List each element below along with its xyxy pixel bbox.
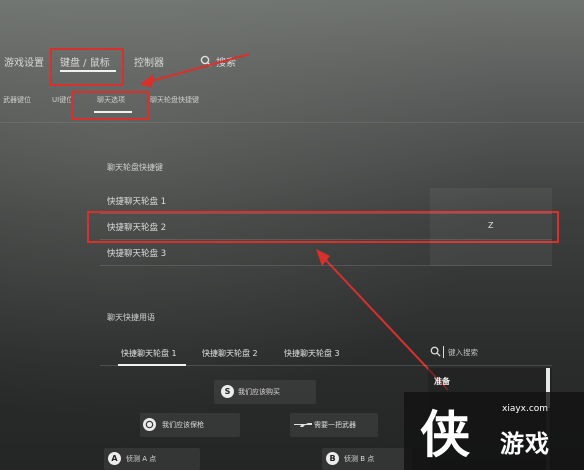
- phrase-button-save[interactable]: 我们应该保枪: [140, 413, 240, 437]
- key-binding-slot[interactable]: [430, 240, 552, 266]
- wheel-row-label: 快捷聊天轮盘 3: [107, 249, 167, 259]
- wheel-row-label: 快捷聊天轮盘 1: [107, 197, 167, 207]
- active-phrase-tab-indicator: [118, 364, 186, 366]
- watermark-logo: 侠: [420, 406, 470, 462]
- key-binding-value: Z: [488, 221, 494, 230]
- phrase-button-scout-b[interactable]: B 侦测 B 点: [322, 448, 412, 470]
- rifle-icon: [294, 423, 312, 427]
- wheel-row-1[interactable]: 快捷聊天轮盘 1: [100, 188, 552, 214]
- watermark-overlay: 侠 xiayx.com 游戏: [404, 392, 584, 470]
- phrases-section-title: 聊天快捷用语: [107, 313, 155, 322]
- subnav-divider: [0, 122, 584, 123]
- key-binding-slot[interactable]: [430, 188, 552, 214]
- phrase-button-label: 我们应该保枪: [162, 421, 204, 429]
- phrase-button-label: 侦测 A 点: [126, 455, 157, 463]
- phrase-button-label: 侦测 B 点: [344, 455, 375, 463]
- phrase-button-label: 我们应该购买: [238, 388, 280, 396]
- tab-phrase-wheel-1[interactable]: 快捷聊天轮盘 1: [121, 348, 177, 359]
- phrase-button-scout-a[interactable]: A 侦测 A 点: [104, 448, 200, 470]
- a-site-icon: A: [108, 452, 121, 465]
- watermark-logo-char: 侠: [420, 406, 470, 462]
- phrase-search-box[interactable]: 键入搜索: [426, 342, 552, 362]
- tab-phrase-wheel-3[interactable]: 快捷聊天轮盘 3: [284, 348, 340, 359]
- phrase-button-buy[interactable]: S 我们应该购买: [214, 380, 316, 404]
- phrase-list-header: 准备: [434, 377, 450, 386]
- wheel-row-3[interactable]: 快捷聊天轮盘 3: [100, 240, 552, 266]
- dollar-icon: S: [221, 385, 234, 398]
- search-icon: [430, 346, 441, 357]
- watermark-brand: 游戏: [500, 430, 550, 458]
- save-weapon-icon: [143, 418, 156, 431]
- b-site-icon: B: [326, 452, 339, 465]
- tab-controller[interactable]: 控制器: [134, 54, 164, 69]
- tab-phrase-wheel-2[interactable]: 快捷聊天轮盘 2: [202, 348, 258, 359]
- subtab-chat-wheel-hotkeys[interactable]: 聊天轮盘快捷键: [150, 95, 199, 105]
- tab-game-settings[interactable]: 游戏设置: [4, 54, 44, 69]
- wheel-section-title: 聊天轮盘快捷键: [107, 163, 163, 172]
- wheel-row-label: 快捷聊天轮盘 2: [107, 223, 167, 233]
- search-icon[interactable]: [200, 55, 212, 67]
- subtab-weapon-keys[interactable]: 武器键位: [3, 95, 31, 105]
- highlight-box-chat-options: [71, 91, 149, 120]
- search-label[interactable]: 搜索: [216, 54, 236, 69]
- wheel-row-2[interactable]: 快捷聊天轮盘 2 Z: [100, 214, 552, 240]
- phrase-button-need-weapon[interactable]: 需要一把武器: [290, 413, 378, 437]
- highlight-box-keyboard-tab: [50, 48, 124, 86]
- phrase-button-label: 需要一把武器: [314, 421, 356, 429]
- watermark-site: xiayx.com: [502, 404, 549, 414]
- text-cursor: [443, 346, 444, 358]
- search-placeholder: 键入搜索: [448, 348, 478, 357]
